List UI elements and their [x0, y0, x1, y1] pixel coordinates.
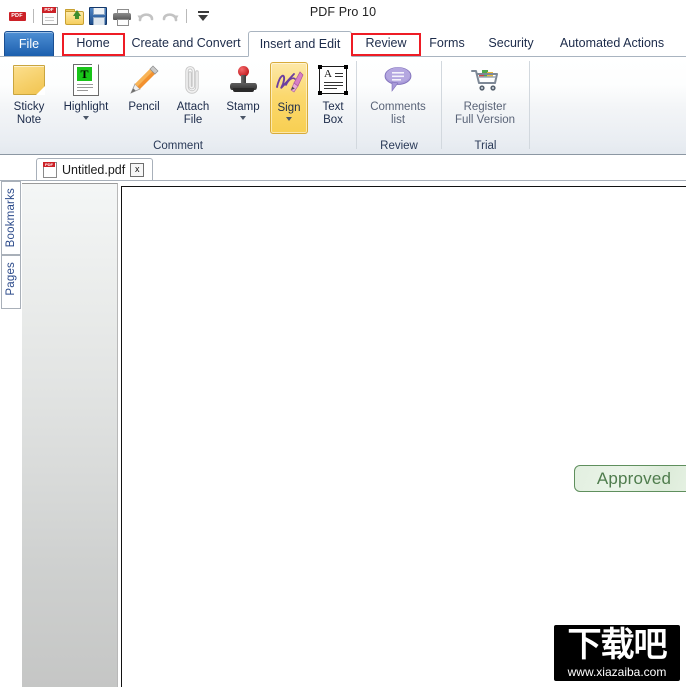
button-register-label-1: Register: [463, 101, 507, 113]
button-comments-list-label-1: Comments: [370, 101, 426, 113]
button-text-box[interactable]: A Text Box: [312, 62, 354, 127]
watermark-brand: 下载吧: [567, 625, 668, 665]
button-pencil-label: Pencil: [128, 101, 160, 113]
pdf-page[interactable]: Approved: [121, 186, 686, 687]
side-panel-tabs: Bookmarks Pages: [0, 181, 22, 687]
chevron-down-icon-sign[interactable]: [286, 117, 292, 121]
chevron-down-icon-stamp[interactable]: [240, 116, 246, 120]
text-box-icon: A: [312, 62, 354, 98]
button-sign-label: Sign: [277, 102, 301, 114]
ribbon-group-label-comment: Comment: [153, 140, 203, 152]
tab-forms[interactable]: Forms: [422, 31, 472, 57]
tab-home[interactable]: Home: [62, 31, 124, 57]
sidebar-tab-pages-label: Pages: [5, 262, 17, 296]
button-sticky-note-label-1: Sticky: [13, 101, 45, 113]
button-text-box-label-2: Box: [323, 114, 343, 126]
tab-create-and-convert[interactable]: Create and Convert: [128, 31, 244, 57]
ribbon-group-separator-1: [356, 61, 357, 149]
button-comments-list[interactable]: Comments list: [362, 62, 434, 127]
button-sticky-note-label-2: Note: [16, 114, 42, 126]
approved-stamp[interactable]: Approved: [574, 465, 686, 492]
tab-automated-actions[interactable]: Automated Actions: [548, 31, 676, 57]
chevron-down-icon-highlight[interactable]: [83, 116, 89, 120]
document-view[interactable]: Approved: [118, 183, 686, 687]
ribbon-group-label-trial: Trial: [474, 140, 497, 152]
button-sign[interactable]: Sign: [270, 62, 308, 134]
tab-file[interactable]: File: [4, 31, 54, 57]
sidebar-tab-pages[interactable]: Pages: [1, 255, 21, 309]
signature-icon: [271, 63, 307, 99]
document-tab-filename: Untitled.pdf: [62, 162, 126, 177]
document-tab-underline: [0, 180, 686, 181]
ribbon: Comment Review Trial Sticky Note T Highl…: [0, 57, 686, 155]
document-tab-untitled[interactable]: Untitled.pdf x: [36, 158, 154, 181]
comment-bubble-icon: [362, 62, 434, 98]
title-bar: PDF PDF PDF Pro 10: [0, 0, 686, 31]
approved-stamp-text: Approved: [596, 468, 672, 488]
window-title: PDF Pro 10: [309, 5, 377, 19]
button-register-full-version[interactable]: Register Full Version: [444, 62, 526, 127]
ribbon-group-separator-2: [441, 61, 442, 149]
button-attach-file-label-2: File: [183, 114, 203, 126]
sticky-note-icon: [4, 62, 54, 98]
tab-security[interactable]: Security: [478, 31, 544, 57]
button-attach-file-label-1: Attach: [176, 101, 210, 113]
sidebar-tab-bookmarks-label: Bookmarks: [5, 188, 17, 248]
tab-review[interactable]: Review: [356, 31, 416, 57]
button-comments-list-label-2: list: [390, 114, 406, 126]
button-sticky-note[interactable]: Sticky Note: [4, 62, 54, 127]
shopping-cart-icon: [444, 62, 526, 98]
pencil-icon: [120, 62, 168, 98]
button-text-box-label-1: Text: [322, 101, 344, 113]
button-highlight-label: Highlight: [63, 101, 109, 113]
tab-insert-and-edit[interactable]: Insert and Edit: [248, 31, 352, 57]
watermark-url: www.xiazaiba.com: [567, 665, 667, 679]
button-stamp-label: Stamp: [226, 101, 260, 113]
site-watermark: 下载吧 www.xiazaiba.com: [554, 625, 680, 681]
ribbon-tab-strip: File Home Create and Convert Insert and …: [0, 31, 686, 57]
paperclip-icon: [170, 62, 216, 98]
sidebar-tab-bookmarks[interactable]: Bookmarks: [1, 181, 21, 255]
ribbon-group-label-review: Review: [380, 140, 418, 152]
button-pencil[interactable]: Pencil: [120, 62, 168, 114]
button-attach-file[interactable]: Attach File: [170, 62, 216, 127]
ribbon-group-separator-3: [529, 61, 530, 149]
button-stamp[interactable]: Stamp: [220, 62, 266, 120]
button-highlight[interactable]: T Highlight: [56, 62, 116, 120]
button-register-label-2: Full Version: [454, 114, 516, 126]
pdf-file-icon: [43, 161, 57, 178]
highlight-text-icon: T: [56, 62, 116, 98]
side-panel-pane[interactable]: [22, 183, 118, 687]
close-icon[interactable]: x: [130, 162, 145, 177]
stamp-icon: [220, 62, 266, 98]
